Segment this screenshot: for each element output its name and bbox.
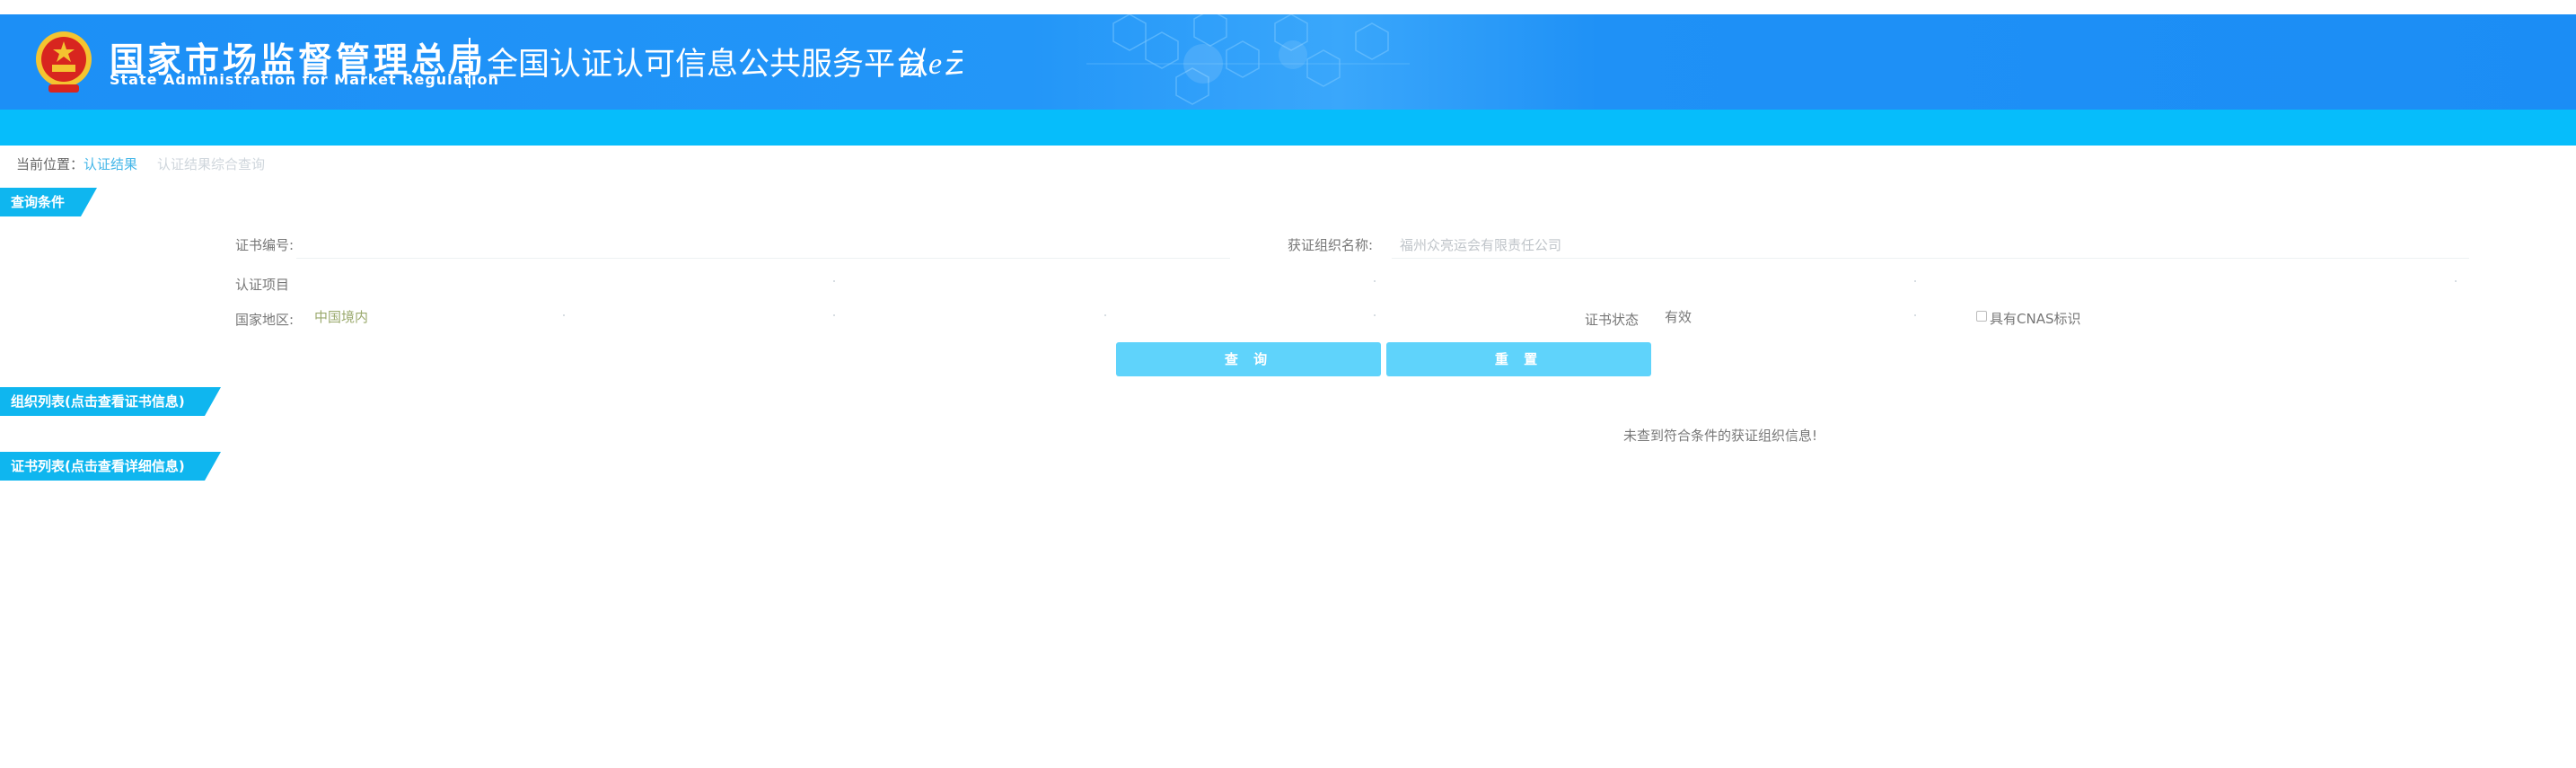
cert-number-underline [296, 258, 1230, 259]
search-button[interactable]: 查 询 [1116, 342, 1381, 376]
org-name-input[interactable]: 福州众亮运会有限责任公司 [1400, 235, 1561, 254]
cert-status-label: 证书状态 [1585, 312, 1640, 328]
region-select[interactable]: 中国境内 [314, 307, 368, 326]
cert-item-label: 认证项目 [235, 277, 290, 293]
cnas-checkbox[interactable] [1976, 311, 1987, 322]
breadcrumb-label: 当前位置： [16, 156, 84, 172]
org-list-tab: 组织列表(点击查看证书信息) [0, 387, 221, 416]
breadcrumb-link[interactable]: 认证结果 [84, 156, 137, 172]
separator-dot [1914, 314, 1916, 316]
separator-dot [2455, 280, 2457, 282]
org-name-label: 获证组织名称: [1288, 237, 1374, 253]
platform-title: 全国认证认可信息公共服务平台 [487, 47, 928, 83]
breadcrumb-current: 认证结果综合查询 [157, 156, 266, 172]
national-emblem-icon [36, 31, 92, 93]
separator-dot [1914, 280, 1916, 282]
cert-status-select[interactable]: 有效 [1665, 307, 1692, 326]
separator-dot [563, 314, 565, 316]
breadcrumb: 当前位置：认证结果 认证结果综合查询 [16, 154, 265, 173]
query-conditions-tab: 查询条件 [0, 188, 97, 216]
region-label: 国家地区: [235, 312, 295, 328]
cnas-checkbox-label: 具有CNAS标识 [1990, 311, 2081, 327]
separator-dot [1374, 280, 1376, 282]
hexagon-network-decoration [1086, 14, 1410, 105]
site-header: 国家市场监督管理总局 State Administration for Mark… [0, 14, 2576, 110]
reset-button[interactable]: 重 置 [1386, 342, 1651, 376]
separator-dot [1374, 314, 1376, 316]
agency-name-english: State Administration for Market Regulati… [110, 71, 499, 88]
org-name-underline [1392, 258, 2469, 259]
renyun-logo-icon: 认e云 [898, 48, 963, 81]
cert-number-label: 证书编号: [235, 237, 295, 253]
separator-dot [833, 280, 835, 282]
renyun-logo-text: 认e云 [898, 48, 963, 81]
separator-dot [833, 314, 835, 316]
header-divider [469, 38, 470, 88]
empty-result-message: 未查到符合条件的获证组织信息! [1623, 428, 1818, 444]
header-sub-bar [0, 110, 2576, 146]
cert-list-tab: 证书列表(点击查看详细信息) [0, 452, 221, 481]
separator-dot [1104, 314, 1106, 316]
